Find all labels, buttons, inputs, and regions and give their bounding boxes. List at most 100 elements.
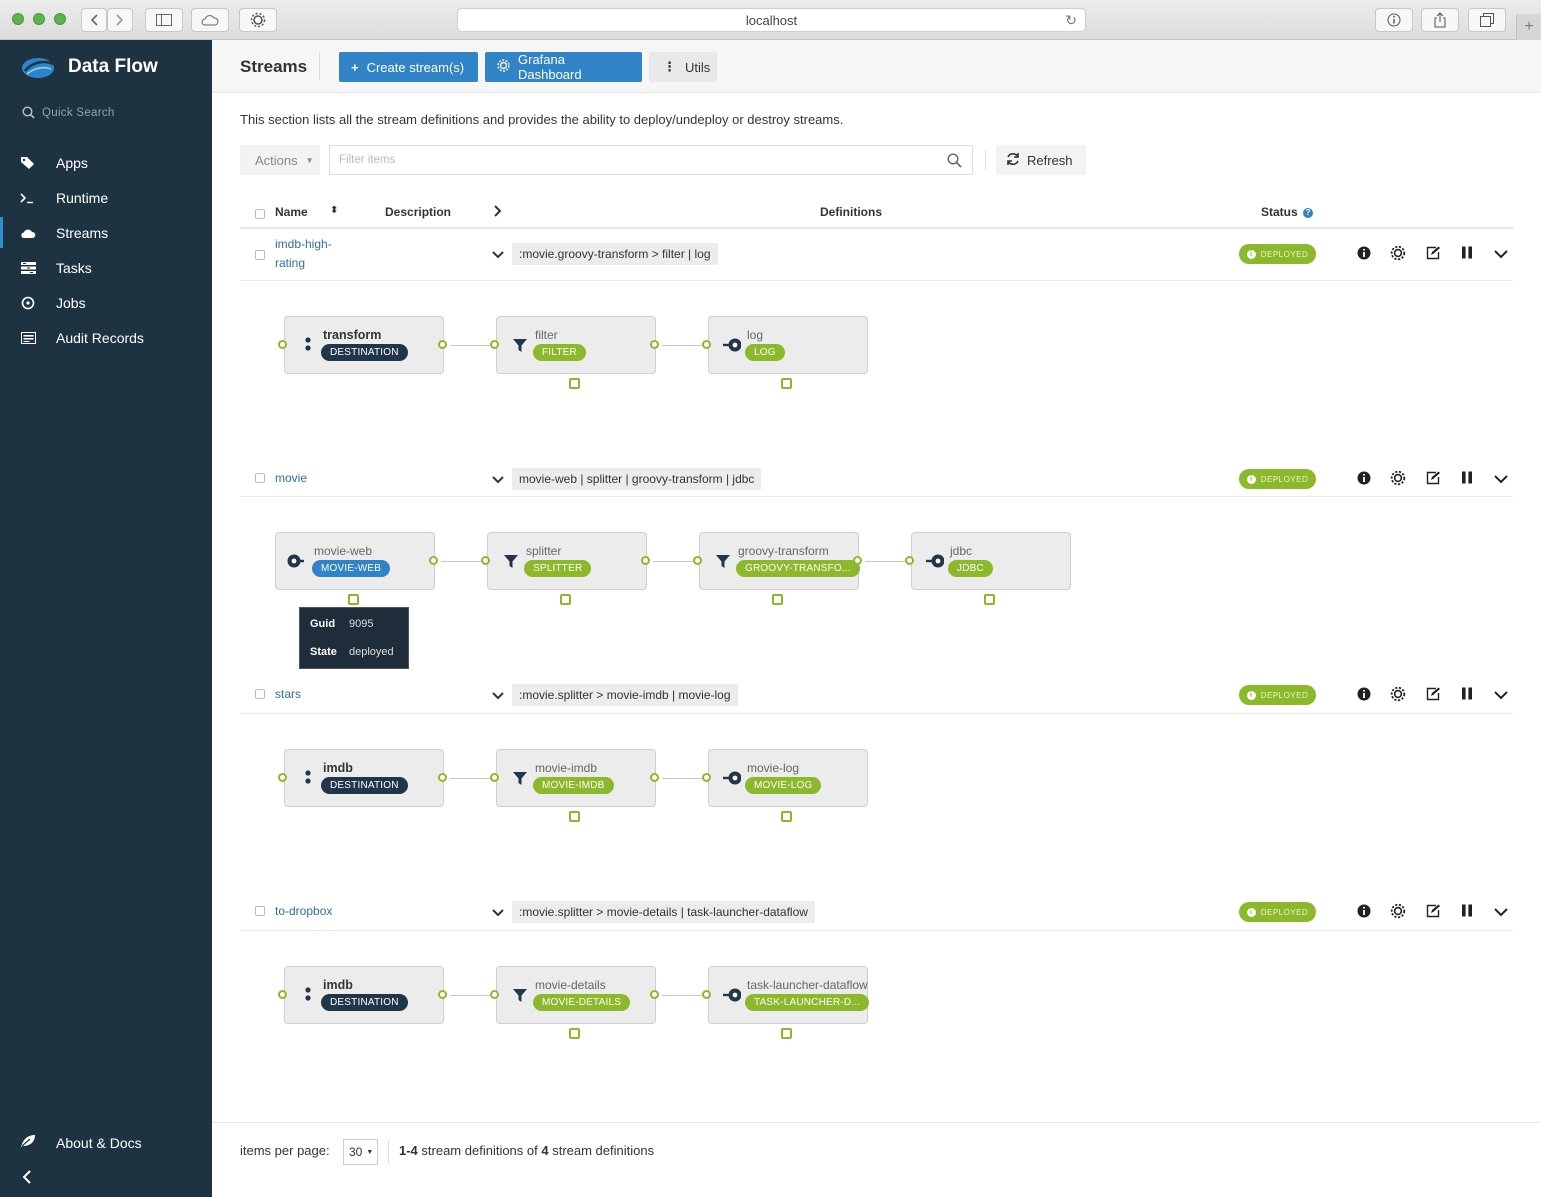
grafana-stream-button[interactable] xyxy=(1390,686,1406,703)
output-port[interactable] xyxy=(853,556,862,565)
stream-app-node[interactable]: filter FILTER xyxy=(496,316,656,374)
extension-button[interactable] xyxy=(239,8,277,32)
expand-all-icon[interactable] xyxy=(494,205,502,220)
expand-row-icon[interactable] xyxy=(492,248,504,262)
stream-app-node[interactable]: movie-web MOVIE-WEB xyxy=(275,532,435,590)
undeploy-stream-button[interactable] xyxy=(1459,471,1475,487)
sidebar-item-apps[interactable]: Apps xyxy=(0,145,212,180)
stream-app-node[interactable]: movie-imdb MOVIE-IMDB xyxy=(496,749,656,807)
input-port[interactable] xyxy=(278,340,287,349)
collapse-sidebar-button[interactable] xyxy=(22,1170,32,1189)
stream-name-link[interactable]: imdb-high-rating xyxy=(275,235,345,273)
input-port[interactable] xyxy=(702,773,711,782)
output-port[interactable] xyxy=(438,990,447,999)
create-stream-button[interactable]: + Create stream(s) xyxy=(339,52,478,82)
quick-search[interactable]: Quick Search xyxy=(22,106,115,119)
new-tab-button[interactable]: + xyxy=(1516,14,1541,40)
input-port[interactable] xyxy=(490,990,499,999)
tap-port[interactable] xyxy=(569,811,580,822)
undeploy-stream-button[interactable] xyxy=(1459,904,1475,920)
tap-port[interactable] xyxy=(772,594,783,605)
about-docs-link[interactable]: About & Docs xyxy=(20,1134,142,1151)
sidebar-item-runtime[interactable]: Runtime xyxy=(0,180,212,215)
input-port[interactable] xyxy=(702,340,711,349)
sidebar-item-tasks[interactable]: Tasks xyxy=(0,250,212,285)
sidebar-item-jobs[interactable]: Jobs xyxy=(0,285,212,320)
icloud-tabs-button[interactable] xyxy=(191,8,229,32)
share-button[interactable] xyxy=(1421,8,1459,32)
select-all-checkbox[interactable] xyxy=(255,209,265,219)
sort-icon[interactable]: ⬍ xyxy=(330,205,338,216)
stream-details-button[interactable] xyxy=(1356,904,1372,920)
tap-port[interactable] xyxy=(560,594,571,605)
stream-app-node[interactable]: movie-details MOVIE-DETAILS xyxy=(496,966,656,1024)
output-port[interactable] xyxy=(650,990,659,999)
stream-app-node[interactable]: transform DESTINATION xyxy=(284,316,444,374)
tap-port[interactable] xyxy=(781,378,792,389)
stream-app-node[interactable]: groovy-transform GROOVY-TRANSFO... xyxy=(699,532,860,590)
expand-row-icon[interactable] xyxy=(492,689,504,703)
stream-app-node[interactable]: task-launcher-dataflow TASK-LAUNCHER-D... xyxy=(708,966,870,1024)
more-actions-button[interactable] xyxy=(1493,246,1509,262)
output-port[interactable] xyxy=(650,773,659,782)
input-port[interactable] xyxy=(693,556,702,565)
back-button[interactable] xyxy=(81,8,107,32)
output-port[interactable] xyxy=(438,340,447,349)
grafana-dashboard-button[interactable]: Grafana Dashboard xyxy=(485,52,642,82)
tap-port[interactable] xyxy=(569,378,580,389)
grafana-stream-button[interactable] xyxy=(1390,903,1406,920)
grafana-stream-button[interactable] xyxy=(1390,470,1406,487)
stream-details-button[interactable] xyxy=(1356,687,1372,703)
expand-row-icon[interactable] xyxy=(492,473,504,487)
stream-app-node[interactable]: splitter SPLITTER xyxy=(487,532,647,590)
stream-details-button[interactable] xyxy=(1356,246,1372,262)
row-checkbox[interactable] xyxy=(255,689,265,699)
edit-stream-button[interactable] xyxy=(1425,687,1441,703)
stream-name-link[interactable]: movie xyxy=(275,469,345,488)
tap-port[interactable] xyxy=(781,811,792,822)
row-checkbox[interactable] xyxy=(255,906,265,916)
forward-button[interactable] xyxy=(107,8,133,32)
grafana-stream-button[interactable] xyxy=(1390,245,1406,262)
input-port[interactable] xyxy=(702,990,711,999)
address-bar[interactable]: localhost ↻ xyxy=(457,8,1086,32)
site-info-button[interactable] xyxy=(1375,8,1413,32)
stream-app-node[interactable]: imdb DESTINATION xyxy=(284,966,444,1024)
search-icon[interactable] xyxy=(947,153,962,168)
input-port[interactable] xyxy=(490,773,499,782)
help-icon[interactable]: ? xyxy=(1303,208,1314,218)
sidebar-toggle-button[interactable] xyxy=(145,8,183,32)
output-port[interactable] xyxy=(429,556,438,565)
more-actions-button[interactable] xyxy=(1493,687,1509,703)
window-minimize-button[interactable] xyxy=(33,13,45,25)
actions-dropdown[interactable]: Actions ▼ xyxy=(240,145,320,175)
output-port[interactable] xyxy=(641,556,650,565)
expand-row-icon[interactable] xyxy=(492,906,504,920)
stream-app-node[interactable]: imdb DESTINATION xyxy=(284,749,444,807)
brand[interactable]: Data Flow xyxy=(20,54,158,80)
window-zoom-button[interactable] xyxy=(54,13,66,25)
edit-stream-button[interactable] xyxy=(1425,246,1441,262)
row-checkbox[interactable] xyxy=(255,250,265,260)
refresh-button[interactable]: Refresh xyxy=(996,145,1086,175)
tap-port[interactable] xyxy=(984,594,995,605)
edit-stream-button[interactable] xyxy=(1425,471,1441,487)
row-checkbox[interactable] xyxy=(255,473,265,483)
tap-port[interactable] xyxy=(569,1028,580,1039)
reload-icon[interactable]: ↻ xyxy=(1065,12,1077,29)
undeploy-stream-button[interactable] xyxy=(1459,246,1475,262)
more-actions-button[interactable] xyxy=(1493,471,1509,487)
sidebar-item-streams[interactable]: Streams xyxy=(0,215,212,250)
input-port[interactable] xyxy=(481,556,490,565)
stream-name-link[interactable]: to-dropbox xyxy=(275,902,345,921)
tap-port[interactable] xyxy=(348,594,359,605)
items-per-page-select[interactable]: 30 ▼ xyxy=(343,1139,378,1165)
stream-app-node[interactable]: jdbc JDBC xyxy=(911,532,1071,590)
input-port[interactable] xyxy=(278,990,287,999)
edit-stream-button[interactable] xyxy=(1425,904,1441,920)
tabs-overview-button[interactable] xyxy=(1468,8,1506,32)
more-actions-button[interactable] xyxy=(1493,904,1509,920)
input-port[interactable] xyxy=(905,556,914,565)
column-header-name[interactable]: Name xyxy=(275,205,308,219)
input-port[interactable] xyxy=(490,340,499,349)
